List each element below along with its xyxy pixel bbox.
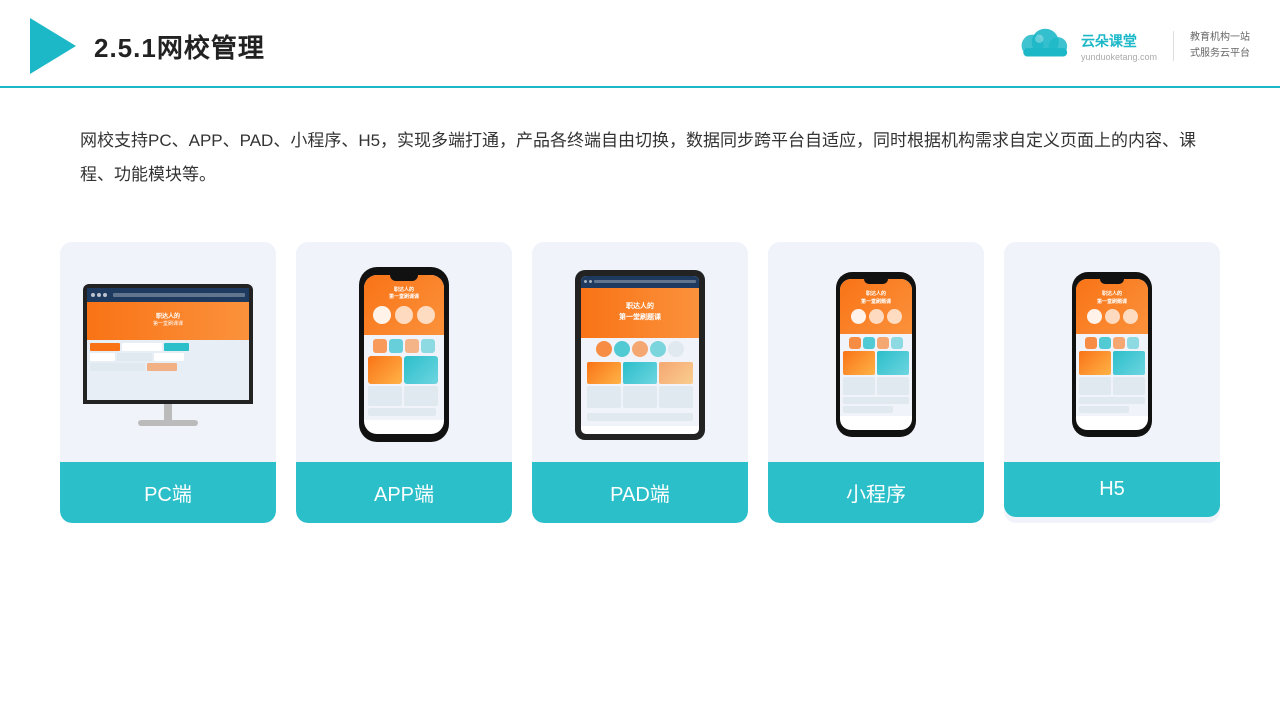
tablet-screen: 职达人的第一堂刷题课: [581, 276, 699, 434]
brand-info: 云朵课堂 yunduoketang.com: [1081, 31, 1157, 62]
phone-small-miniprogram: 职达人的第一堂刷题课: [836, 272, 916, 437]
brand-cloud-icon: [1011, 27, 1071, 65]
card-miniprogram-label: 小程序: [768, 462, 984, 523]
card-app-image: 职达人的第一堂刷课课: [296, 242, 512, 462]
phone-screen: 职达人的第一堂刷课课: [364, 275, 444, 434]
header-left: 2.5.1网校管理: [30, 18, 265, 74]
phone-h5-screen: 职达人的第一堂刷题课: [1076, 279, 1148, 430]
card-pc-label: PC端: [60, 462, 276, 523]
monitor-mockup: 职达人的 第一堂刷课课: [83, 284, 253, 426]
header: 2.5.1网校管理 云朵课堂 yunduoketang.com 教育机构一站 式…: [0, 0, 1280, 88]
divider: [1173, 31, 1174, 61]
description-text: 网校支持PC、APP、PAD、小程序、H5，实现多端打通，产品各终端自由切换，数…: [0, 88, 1280, 202]
brand-name: 云朵课堂: [1081, 31, 1157, 51]
card-h5-image: 职达人的第一堂刷题课: [1004, 242, 1220, 462]
card-h5-label: H5: [1004, 462, 1220, 517]
phone-small-h5: 职达人的第一堂刷题课: [1072, 272, 1152, 437]
card-pad-image: 职达人的第一堂刷题课: [532, 242, 748, 462]
platform-cards: 职达人的 第一堂刷课课: [0, 212, 1280, 523]
card-app-label: APP端: [296, 462, 512, 523]
card-pad-label: PAD端: [532, 462, 748, 523]
card-app: 职达人的第一堂刷课课: [296, 242, 512, 523]
card-miniprogram-image: 职达人的第一堂刷题课: [768, 242, 984, 462]
phone-notch: [390, 275, 418, 281]
phone-mockup-app: 职达人的第一堂刷课课: [359, 267, 449, 442]
brand-tagline: 教育机构一站 式服务云平台: [1190, 30, 1250, 62]
logo-triangle-icon: [30, 18, 76, 74]
tablet-mockup: 职达人的第一堂刷题课: [575, 270, 705, 440]
card-pad: 职达人的第一堂刷题课: [532, 242, 748, 523]
page-title: 2.5.1网校管理: [94, 28, 265, 65]
phone-h5-notch: [1100, 279, 1124, 284]
card-h5: 职达人的第一堂刷题课: [1004, 242, 1220, 523]
card-pc-image: 职达人的 第一堂刷课课: [60, 242, 276, 462]
header-right: 云朵课堂 yunduoketang.com 教育机构一站 式服务云平台: [1011, 27, 1250, 65]
phone-small-notch: [864, 279, 888, 284]
phone-small-screen: 职达人的第一堂刷题课: [840, 279, 912, 430]
brand-url: yunduoketang.com: [1081, 52, 1157, 62]
card-miniprogram: 职达人的第一堂刷题课: [768, 242, 984, 523]
card-pc: 职达人的 第一堂刷课课: [60, 242, 276, 523]
